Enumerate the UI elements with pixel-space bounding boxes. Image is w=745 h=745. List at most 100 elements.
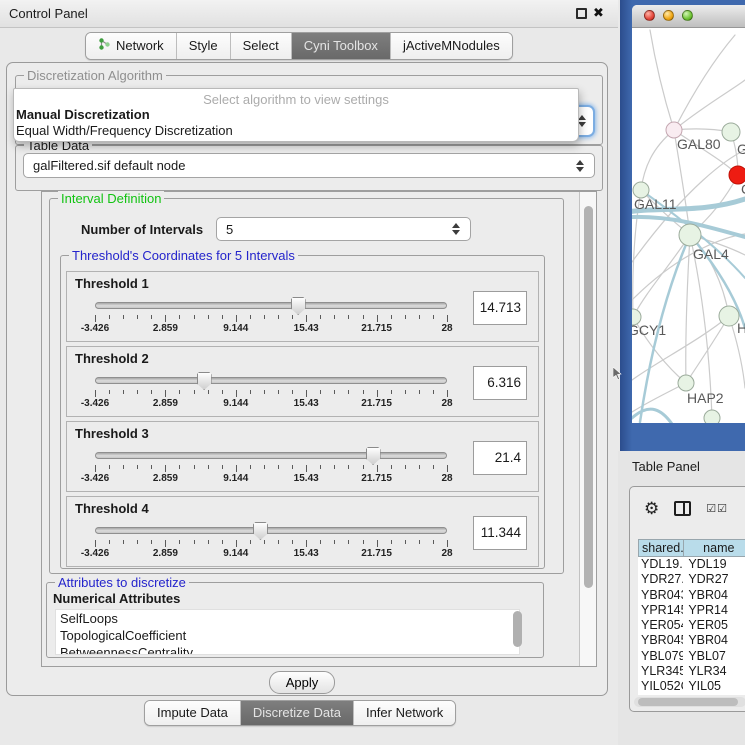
- table-row[interactable]: YPR145WYPR14: [638, 603, 745, 618]
- node-table[interactable]: shared...name YDL19...YDL19YDR27...YDR27…: [638, 539, 745, 695]
- number-of-intervals-label: Number of Intervals: [81, 222, 203, 237]
- tab-impute-data[interactable]: Impute Data: [145, 701, 240, 725]
- tick-mark: [447, 315, 448, 322]
- network-node-ga[interactable]: [722, 123, 740, 141]
- network-edge[interactable]: [650, 30, 674, 130]
- table-row[interactable]: YDL19...YDL19: [638, 557, 745, 572]
- tick-mark: [391, 465, 392, 469]
- column-header-shared-[interactable]: shared...: [638, 539, 684, 557]
- slider-handle[interactable]: [197, 372, 212, 390]
- gear-icon[interactable]: ⚙: [644, 500, 659, 517]
- table-row[interactable]: YER054CYER05: [638, 618, 745, 633]
- network-edge[interactable]: [632, 383, 686, 412]
- tab-infer-network[interactable]: Infer Network: [353, 701, 455, 725]
- table-row[interactable]: YLR345WYLR34: [638, 664, 745, 679]
- threshold-value-field[interactable]: 14.713: [473, 291, 527, 325]
- tick-mark: [405, 390, 406, 394]
- algorithm-option-manual[interactable]: Manual Discretization: [14, 107, 578, 123]
- checkbox-icons[interactable]: ☑☑: [706, 502, 728, 515]
- tab-jactivemnodules[interactable]: jActiveMNodules: [390, 33, 512, 59]
- tick-mark: [179, 315, 180, 319]
- threshold-slider-3[interactable]: -3.4262.8599.14415.4321.71528: [95, 448, 447, 484]
- numerical-attributes-list[interactable]: SelfLoopsTopologicalCoefficientBetweenne…: [55, 609, 520, 655]
- tick-mark: [377, 390, 378, 397]
- threshold-slider-1[interactable]: -3.4262.8599.14415.4321.71528: [95, 298, 447, 334]
- table-panel: ⚙ ☑☑ shared...name YDL19...YDL19YDR27...…: [629, 486, 745, 712]
- slider-track[interactable]: [95, 377, 447, 384]
- tick-mark: [250, 390, 251, 394]
- table-row[interactable]: YIL052CYIL05: [638, 679, 745, 694]
- network-node-hap2[interactable]: [678, 375, 694, 391]
- tick-label: 28: [441, 473, 452, 484]
- slider-handle[interactable]: [253, 522, 268, 540]
- attribute-item[interactable]: SelfLoops: [56, 610, 519, 627]
- tab-discretize-data[interactable]: Discretize Data: [240, 701, 353, 725]
- slider-track[interactable]: [95, 527, 447, 534]
- network-edge-highlighted[interactable]: [632, 409, 672, 423]
- threshold-value-field[interactable]: 11.344: [473, 516, 527, 550]
- tick-mark: [109, 390, 110, 394]
- tab-cyni-toolbox[interactable]: Cyni Toolbox: [291, 33, 390, 59]
- table-row[interactable]: YBL079WYBL07: [638, 649, 745, 664]
- table-row[interactable]: YDR27...YDR27: [638, 572, 745, 587]
- threshold-value-field[interactable]: 21.4: [473, 441, 527, 475]
- tick-mark: [391, 540, 392, 544]
- tick-mark: [222, 540, 223, 544]
- interval-definition-title: Interval Definition: [58, 191, 164, 206]
- attribute-item[interactable]: BetweennessCentrality: [56, 644, 519, 655]
- network-node-label: GAL80: [677, 136, 721, 152]
- minimize-traffic-light-icon[interactable]: [663, 10, 674, 21]
- table-row[interactable]: YBR045CYBR04: [638, 633, 745, 648]
- slider-handle[interactable]: [366, 447, 381, 465]
- slider-track[interactable]: [95, 302, 447, 309]
- settings-scrollbar-track[interactable]: [579, 192, 596, 666]
- network-node-h[interactable]: [719, 306, 739, 326]
- slider-handle[interactable]: [291, 297, 306, 315]
- settings-scrollbar-thumb[interactable]: [584, 206, 593, 588]
- discretization-algorithm-title: Discretization Algorithm: [24, 68, 166, 83]
- network-edge[interactable]: [674, 35, 735, 130]
- network-node-gal4[interactable]: [679, 224, 701, 246]
- network-edge[interactable]: [674, 80, 745, 130]
- algorithm-option-equal-width[interactable]: Equal Width/Frequency Discretization: [14, 123, 578, 139]
- column-header-name[interactable]: name: [684, 539, 745, 557]
- threshold-value-field[interactable]: 6.316: [473, 366, 527, 400]
- slider-track[interactable]: [95, 452, 447, 459]
- tick-mark: [151, 390, 152, 394]
- close-traffic-light-icon[interactable]: [644, 10, 655, 21]
- threshold-slider-4[interactable]: -3.4262.8599.14415.4321.71528: [95, 523, 447, 559]
- table-row[interactable]: YBR043CYBR04: [638, 588, 745, 603]
- network-node[interactable]: [704, 410, 720, 423]
- tab-network[interactable]: Network: [86, 33, 176, 59]
- tab-style[interactable]: Style: [176, 33, 230, 59]
- control-panel-title: Control Panel: [9, 6, 88, 21]
- network-window-titlebar: [632, 5, 745, 28]
- tick-label: 28: [441, 398, 452, 409]
- network-canvas[interactable]: GAL80GACGAL11GAL4GCY1HHAP2: [632, 28, 745, 423]
- table-panel-title: Table Panel: [632, 459, 700, 474]
- table-hscrollbar-thumb[interactable]: [638, 698, 738, 706]
- network-icon: [98, 37, 111, 54]
- network-edge[interactable]: [641, 130, 674, 190]
- settings-scrollpane: Interval Definition Number of Intervals …: [41, 191, 597, 667]
- network-edge[interactable]: [686, 316, 729, 383]
- number-of-intervals-value: 5: [226, 222, 233, 237]
- apply-button[interactable]: Apply: [269, 671, 335, 694]
- attribute-item[interactable]: TopologicalCoefficient: [56, 627, 519, 644]
- table-cell: YIL05: [683, 679, 745, 694]
- table-data-combobox[interactable]: galFiltered.sif default node: [23, 153, 595, 178]
- tick-mark: [348, 315, 349, 319]
- tab-select[interactable]: Select: [230, 33, 291, 59]
- network-node-label: GAL11: [634, 196, 677, 212]
- network-edge[interactable]: [633, 235, 690, 317]
- table-hscrollbar-track[interactable]: [634, 697, 745, 707]
- table-cell: YPR14: [683, 603, 745, 618]
- attributes-scrollbar-thumb[interactable]: [513, 611, 522, 647]
- number-of-intervals-spinner[interactable]: 5: [216, 217, 471, 241]
- zoom-traffic-light-icon[interactable]: [682, 10, 693, 21]
- close-icon[interactable]: ✖: [593, 5, 604, 21]
- float-window-icon[interactable]: [576, 8, 587, 19]
- columns-icon[interactable]: [674, 501, 691, 516]
- threshold-slider-2[interactable]: -3.4262.8599.14415.4321.71528: [95, 373, 447, 409]
- tick-label: 21.715: [361, 323, 392, 334]
